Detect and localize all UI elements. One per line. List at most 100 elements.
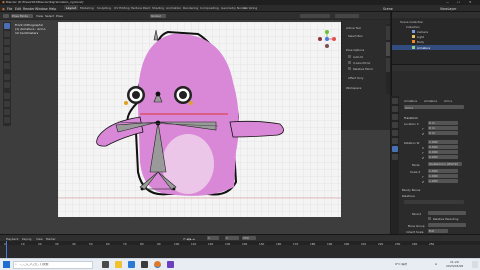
menu-timeline-view[interactable]: View: [36, 237, 43, 241]
workspace-header[interactable]: Workspace: [346, 86, 361, 90]
tab-layout[interactable]: Layout: [64, 5, 79, 10]
maximize-button[interactable]: ☐: [457, 1, 460, 4]
outliner-armature[interactable]: Armature: [417, 46, 430, 50]
rotate-tool[interactable]: [4, 47, 10, 53]
roll-tool[interactable]: [4, 93, 10, 99]
location-y-field[interactable]: 0 m: [428, 126, 458, 130]
notification-icon[interactable]: [472, 261, 478, 268]
relax-tool[interactable]: [4, 109, 10, 115]
bendy-bones-header[interactable]: Bendy Bones: [402, 188, 420, 192]
close-button[interactable]: ✕: [469, 1, 472, 4]
inherit-scale-select[interactable]: Full: [428, 229, 448, 233]
current-frame-field[interactable]: 1: [207, 236, 219, 240]
taskbar-search-placeholder[interactable]: ここに入力して検索: [20, 263, 49, 266]
parent-field[interactable]: [428, 211, 466, 215]
tab-rendering[interactable]: Rendering: [183, 5, 198, 10]
edge-browser-icon[interactable]: [128, 261, 135, 268]
outliner-light[interactable]: Light: [417, 35, 424, 39]
tab-tool[interactable]: [386, 42, 390, 56]
select-box-tool[interactable]: [4, 23, 10, 29]
move-tool[interactable]: [4, 39, 10, 45]
menu-window[interactable]: Window: [35, 7, 48, 11]
windows-start-icon[interactable]: [3, 261, 10, 268]
scale-z-field[interactable]: 1.000: [428, 179, 458, 183]
view-layer-selector[interactable]: ViewLayer: [440, 7, 456, 11]
scene-selector[interactable]: Scene: [383, 7, 393, 11]
store-icon[interactable]: [141, 261, 148, 268]
rotation-y-field[interactable]: 0.000: [428, 150, 458, 154]
navigation-gizmo[interactable]: [318, 30, 336, 48]
tab-sculpting[interactable]: Sculpting: [97, 5, 111, 10]
tab-view[interactable]: [386, 58, 390, 72]
annotate-tool[interactable]: [4, 74, 10, 80]
tab-geometry-nodes[interactable]: Geometry Nodes: [221, 5, 246, 10]
menu-file[interactable]: File: [7, 7, 12, 11]
menu-edit[interactable]: Edit: [15, 7, 21, 11]
scene-tab-icon[interactable]: [392, 122, 398, 128]
mode-selector[interactable]: Pose Mode: [11, 14, 33, 19]
object-tab-icon[interactable]: [392, 130, 398, 136]
ime-indicator[interactable]: A: [435, 263, 437, 266]
push-tool[interactable]: [4, 117, 10, 123]
menu-select[interactable]: Select: [45, 15, 54, 18]
armature-data-tab-icon[interactable]: [392, 138, 398, 144]
tool-tab-icon[interactable]: [392, 98, 398, 104]
end-frame-field[interactable]: 250: [242, 236, 256, 240]
relative-mirror-checkbox[interactable]: [348, 67, 351, 70]
scale-tool[interactable]: [4, 55, 10, 61]
menu-marker[interactable]: Marker: [46, 237, 56, 241]
render-tab-icon[interactable]: [392, 106, 398, 112]
rotation-w-field[interactable]: 1.000: [428, 140, 458, 144]
editor-type-icon[interactable]: [3, 14, 9, 18]
auto-ik-checkbox[interactable]: [348, 55, 351, 58]
menu-render[interactable]: Render: [23, 7, 34, 11]
file-explorer-icon[interactable]: [115, 261, 122, 268]
rotation-x-field[interactable]: 0.000: [428, 145, 458, 149]
orientation-selector[interactable]: Global: [150, 14, 166, 19]
tab-texture-paint[interactable]: Texture Paint: [131, 5, 150, 10]
transform-tool[interactable]: [4, 63, 10, 69]
bone-group-field[interactable]: [428, 223, 466, 227]
start-frame-field[interactable]: 1: [225, 236, 239, 240]
rotation-mode-select[interactable]: Quaternion (WXYZ): [428, 162, 462, 166]
tab-compositing[interactable]: Compositing: [200, 5, 219, 10]
bone-size-tool[interactable]: [4, 101, 10, 107]
bone-name-field[interactable]: Arm.L: [404, 105, 464, 110]
overlay-toggles[interactable]: [300, 14, 330, 18]
relations-header[interactable]: Relations: [402, 194, 415, 198]
relative-parenting-checkbox[interactable]: [428, 217, 431, 220]
tab-scripting[interactable]: Scripting: [244, 5, 257, 10]
rotation-z-field[interactable]: 0.000: [428, 155, 458, 159]
menu-help[interactable]: Help: [49, 7, 56, 11]
bone-tab-icon[interactable]: [392, 146, 398, 152]
playhead[interactable]: [6, 241, 7, 258]
tab-shading[interactable]: Shading: [152, 5, 164, 10]
outliner-camera[interactable]: Camera: [417, 30, 428, 34]
minimize-button[interactable]: —: [446, 1, 449, 4]
scale-x-field[interactable]: 1.000: [428, 169, 458, 173]
outliner-collection[interactable]: Collection: [406, 25, 420, 29]
location-z-field[interactable]: 0 m: [428, 131, 458, 135]
blender-taskbar-icon[interactable]: [154, 261, 161, 268]
active-tool-header[interactable]: Active Tool: [346, 26, 361, 30]
output-tab-icon[interactable]: [392, 114, 398, 120]
tab-animation[interactable]: Animation: [166, 5, 181, 10]
task-view-icon[interactable]: [102, 261, 109, 268]
playback-controls-icon[interactable]: ⏮ ◀ ▶ ⏭: [183, 237, 195, 241]
transform-header[interactable]: Transform: [404, 116, 418, 120]
pose-options-header[interactable]: Pose Options: [346, 48, 364, 52]
outliner-selected-row[interactable]: [392, 44, 480, 50]
x-axis-mirror-checkbox[interactable]: [348, 61, 351, 64]
frame-ruler[interactable]: 0 10 20 30 40 50 60 70 80 90 100 110 120…: [0, 241, 480, 246]
weather-widget[interactable]: 9°C 晴れ: [395, 263, 407, 266]
shading-toggles[interactable]: [335, 14, 359, 18]
tab-modeling[interactable]: Modeling: [80, 5, 94, 10]
outliner-body[interactable]: Body: [417, 40, 424, 44]
menu-view[interactable]: View: [36, 15, 43, 18]
cursor-tool[interactable]: [4, 31, 10, 37]
tab-item[interactable]: [386, 26, 390, 40]
measure-tool[interactable]: [4, 82, 10, 88]
menu-keying[interactable]: Keying: [22, 237, 31, 241]
blender-menu-icon[interactable]: ◉: [2, 7, 5, 11]
tab-uv-editing[interactable]: UV Editing: [114, 5, 130, 10]
